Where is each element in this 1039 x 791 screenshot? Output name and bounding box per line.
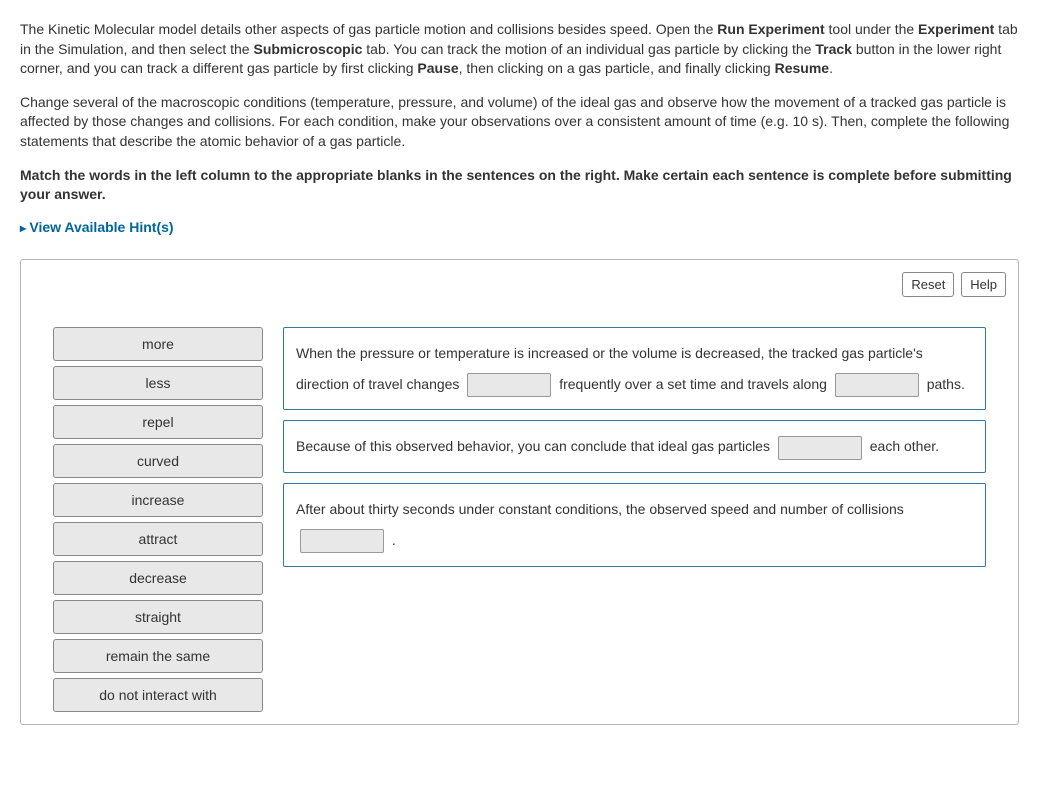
sentence-text: . bbox=[388, 532, 396, 548]
matching-area: more less repel curved increase attract … bbox=[33, 327, 1006, 712]
word-tile-do-not-interact[interactable]: do not interact with bbox=[53, 678, 263, 712]
panel-button-row: Reset Help bbox=[33, 272, 1006, 297]
blank-slot[interactable] bbox=[835, 373, 919, 397]
sentence-text: paths. bbox=[923, 376, 965, 392]
sentence-text: frequently over a set time and travels a… bbox=[555, 376, 830, 392]
word-tile-attract[interactable]: attract bbox=[53, 522, 263, 556]
blank-slot[interactable] bbox=[467, 373, 551, 397]
matching-panel: Reset Help more less repel curved increa… bbox=[20, 259, 1019, 725]
blank-slot[interactable] bbox=[300, 529, 384, 553]
instruction-text: Match the words in the left column to th… bbox=[20, 166, 1019, 205]
word-tile-more[interactable]: more bbox=[53, 327, 263, 361]
bold-text: Submicroscopic bbox=[253, 41, 362, 57]
word-tile-increase[interactable]: increase bbox=[53, 483, 263, 517]
view-hints-link[interactable]: View Available Hint(s) bbox=[20, 219, 174, 235]
bold-text: Track bbox=[815, 41, 852, 57]
intro-paragraph-1: The Kinetic Molecular model details othe… bbox=[20, 20, 1019, 79]
text-span: The Kinetic Molecular model details othe… bbox=[20, 21, 717, 37]
word-tile-curved[interactable]: curved bbox=[53, 444, 263, 478]
blank-slot[interactable] bbox=[778, 436, 862, 460]
sentence-box-3: After about thirty seconds under constan… bbox=[283, 483, 986, 567]
sentence-box-2: Because of this observed behavior, you c… bbox=[283, 420, 986, 473]
text-span: , then clicking on a gas particle, and f… bbox=[459, 60, 775, 76]
text-span: . bbox=[829, 60, 833, 76]
word-tile-repel[interactable]: repel bbox=[53, 405, 263, 439]
sentence-box-1: When the pressure or temperature is incr… bbox=[283, 327, 986, 411]
word-tile-decrease[interactable]: decrease bbox=[53, 561, 263, 595]
sentence-text: After about thirty seconds under constan… bbox=[296, 501, 904, 517]
word-bank: more less repel curved increase attract … bbox=[53, 327, 263, 712]
sentence-column: When the pressure or temperature is incr… bbox=[283, 327, 986, 567]
text-span: tab. You can track the motion of an indi… bbox=[362, 41, 815, 57]
bold-text: Run Experiment bbox=[717, 21, 824, 37]
bold-text: Pause bbox=[417, 60, 458, 76]
word-tile-less[interactable]: less bbox=[53, 366, 263, 400]
word-tile-straight[interactable]: straight bbox=[53, 600, 263, 634]
sentence-text: each other. bbox=[866, 438, 939, 454]
help-button[interactable]: Help bbox=[961, 272, 1006, 297]
bold-text: Resume bbox=[775, 60, 829, 76]
text-span: tool under the bbox=[825, 21, 918, 37]
intro-text: The Kinetic Molecular model details othe… bbox=[20, 20, 1019, 152]
reset-button[interactable]: Reset bbox=[902, 272, 954, 297]
word-tile-remain-same[interactable]: remain the same bbox=[53, 639, 263, 673]
sentence-text: Because of this observed behavior, you c… bbox=[296, 438, 774, 454]
intro-paragraph-2: Change several of the macroscopic condit… bbox=[20, 93, 1019, 152]
bold-text: Experiment bbox=[918, 21, 994, 37]
